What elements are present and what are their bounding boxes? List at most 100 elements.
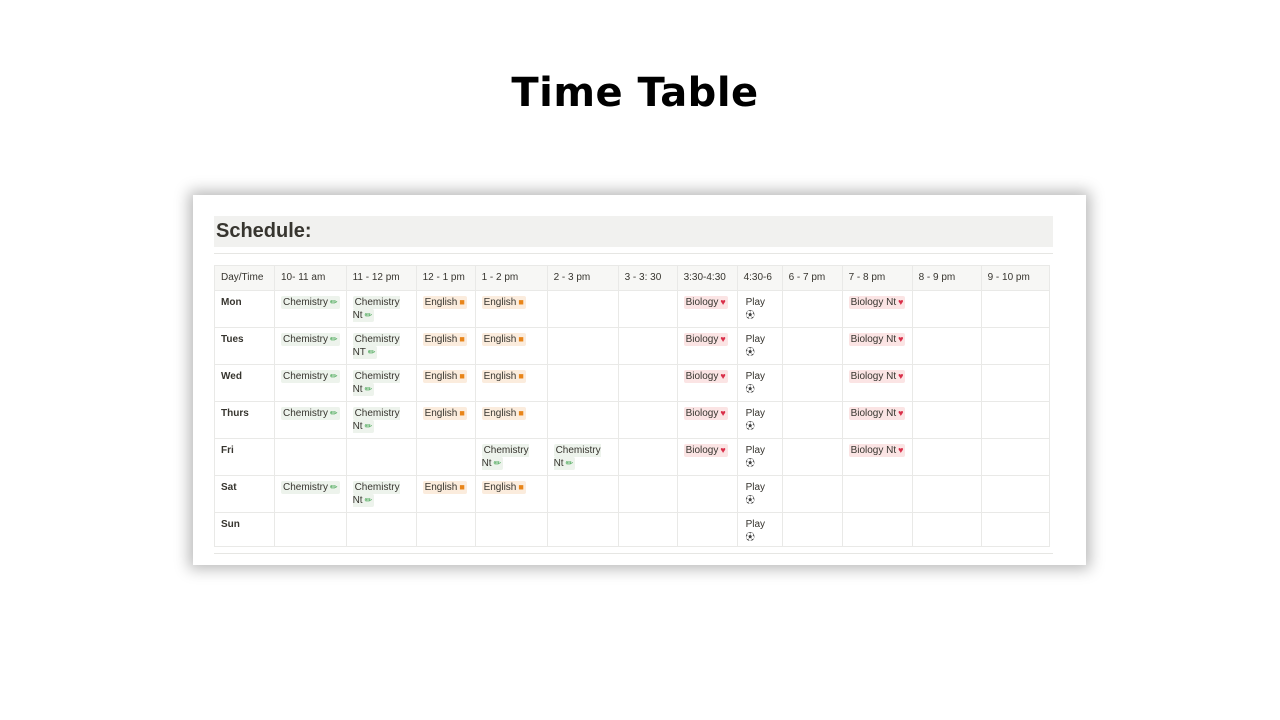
table-cell[interactable] (980, 475, 1050, 513)
table-cell[interactable] (911, 290, 982, 328)
table-cell[interactable]: Chemistry ✏︎ (274, 364, 347, 402)
table-cell[interactable]: Chemistry ✏︎ (274, 327, 347, 365)
table-cell[interactable] (546, 290, 619, 328)
table-cell[interactable] (345, 438, 417, 476)
column-header[interactable]: 1 - 2 pm (474, 265, 548, 291)
table-cell[interactable] (980, 512, 1050, 547)
table-cell[interactable]: English ■ (415, 401, 476, 439)
table-cell[interactable] (980, 438, 1050, 476)
column-header[interactable]: 6 - 7 pm (781, 265, 843, 291)
table-cell[interactable] (415, 512, 476, 547)
table-cell[interactable] (617, 364, 678, 402)
column-header[interactable]: 3 - 3: 30 (617, 265, 678, 291)
table-cell[interactable] (617, 327, 678, 365)
table-cell[interactable]: Chemistry NT ✏︎ (345, 327, 417, 365)
day-cell[interactable]: Sun (214, 512, 275, 547)
table-cell[interactable] (617, 290, 678, 328)
table-cell[interactable]: Chemistry Nt ✏︎ (345, 364, 417, 402)
table-cell[interactable] (546, 512, 619, 547)
table-cell[interactable] (781, 438, 843, 476)
table-cell[interactable]: Biology ♥ (676, 290, 738, 328)
table-cell[interactable]: Chemistry ✏︎ (274, 475, 347, 513)
table-cell[interactable]: Chemistry Nt ✏︎ (546, 438, 619, 476)
table-cell[interactable]: English ■ (474, 290, 548, 328)
table-cell[interactable] (617, 401, 678, 439)
table-cell[interactable] (911, 364, 982, 402)
table-cell[interactable] (911, 438, 982, 476)
table-cell[interactable]: English ■ (415, 364, 476, 402)
table-cell[interactable]: English ■ (415, 327, 476, 365)
table-cell[interactable] (911, 475, 982, 513)
table-cell[interactable] (781, 364, 843, 402)
day-cell[interactable]: Wed (214, 364, 275, 402)
table-cell[interactable]: Chemistry ✏︎ (274, 290, 347, 328)
table-cell[interactable] (781, 475, 843, 513)
table-cell[interactable] (911, 401, 982, 439)
table-cell[interactable] (617, 438, 678, 476)
table-cell[interactable] (617, 512, 678, 547)
table-cell[interactable]: Play ⚽︎ (736, 438, 783, 476)
day-cell[interactable]: Tues (214, 327, 275, 365)
table-cell[interactable] (781, 512, 843, 547)
table-cell[interactable] (617, 475, 678, 513)
table-cell[interactable] (676, 512, 738, 547)
table-cell[interactable] (546, 327, 619, 365)
table-cell[interactable] (841, 475, 913, 513)
table-cell[interactable]: Play ⚽︎ (736, 475, 783, 513)
table-cell[interactable]: Play ⚽︎ (736, 364, 783, 402)
table-cell[interactable]: Play ⚽︎ (736, 290, 783, 328)
table-cell[interactable] (546, 401, 619, 439)
table-cell[interactable] (676, 475, 738, 513)
day-cell[interactable]: Fri (214, 438, 275, 476)
table-cell[interactable]: Chemistry Nt ✏︎ (345, 290, 417, 328)
table-cell[interactable] (474, 512, 548, 547)
table-cell[interactable] (980, 290, 1050, 328)
column-header[interactable]: 9 - 10 pm (980, 265, 1050, 291)
table-cell[interactable]: Chemistry Nt ✏︎ (474, 438, 548, 476)
table-cell[interactable]: English ■ (474, 327, 548, 365)
column-header[interactable]: 12 - 1 pm (415, 265, 476, 291)
table-cell[interactable] (911, 512, 982, 547)
table-cell[interactable]: Play ⚽︎ (736, 327, 783, 365)
table-cell[interactable] (345, 512, 417, 547)
table-cell[interactable]: Chemistry Nt ✏︎ (345, 401, 417, 439)
table-cell[interactable] (546, 475, 619, 513)
table-cell[interactable] (911, 327, 982, 365)
column-header[interactable]: 8 - 9 pm (911, 265, 982, 291)
day-cell[interactable]: Sat (214, 475, 275, 513)
table-cell[interactable]: Biology ♥ (676, 364, 738, 402)
table-cell[interactable]: Biology Nt ♥ (841, 438, 913, 476)
column-header[interactable]: 3:30-4:30 (676, 265, 738, 291)
table-cell[interactable]: English ■ (415, 475, 476, 513)
table-cell[interactable]: Biology ♥ (676, 327, 738, 365)
table-cell[interactable]: English ■ (474, 475, 548, 513)
table-cell[interactable]: Play ⚽︎ (736, 401, 783, 439)
table-cell[interactable] (546, 364, 619, 402)
column-header[interactable]: 7 - 8 pm (841, 265, 913, 291)
table-cell[interactable] (841, 512, 913, 547)
table-cell[interactable] (781, 327, 843, 365)
table-cell[interactable] (980, 327, 1050, 365)
table-cell[interactable]: Biology Nt ♥ (841, 401, 913, 439)
table-cell[interactable]: Biology Nt ♥ (841, 290, 913, 328)
table-cell[interactable]: English ■ (415, 290, 476, 328)
column-header[interactable]: 11 - 12 pm (345, 265, 417, 291)
table-cell[interactable]: English ■ (474, 364, 548, 402)
table-cell[interactable] (980, 401, 1050, 439)
table-cell[interactable] (781, 401, 843, 439)
table-cell[interactable]: Biology Nt ♥ (841, 364, 913, 402)
table-cell[interactable]: Biology Nt ♥ (841, 327, 913, 365)
column-header[interactable]: 10- 11 am (274, 265, 347, 291)
table-cell[interactable]: Play ⚽︎ (736, 512, 783, 547)
table-cell[interactable]: Chemistry ✏︎ (274, 401, 347, 439)
column-header[interactable]: 4:30-6 (736, 265, 783, 291)
table-cell[interactable]: Biology ♥ (676, 401, 738, 439)
table-cell[interactable] (415, 438, 476, 476)
column-header[interactable]: Day/Time (214, 265, 275, 291)
table-cell[interactable] (781, 290, 843, 328)
table-cell[interactable]: Chemistry Nt ✏︎ (345, 475, 417, 513)
day-cell[interactable]: Thurs (214, 401, 275, 439)
day-cell[interactable]: Mon (214, 290, 275, 328)
table-cell[interactable]: Biology ♥ (676, 438, 738, 476)
table-cell[interactable] (274, 438, 347, 476)
